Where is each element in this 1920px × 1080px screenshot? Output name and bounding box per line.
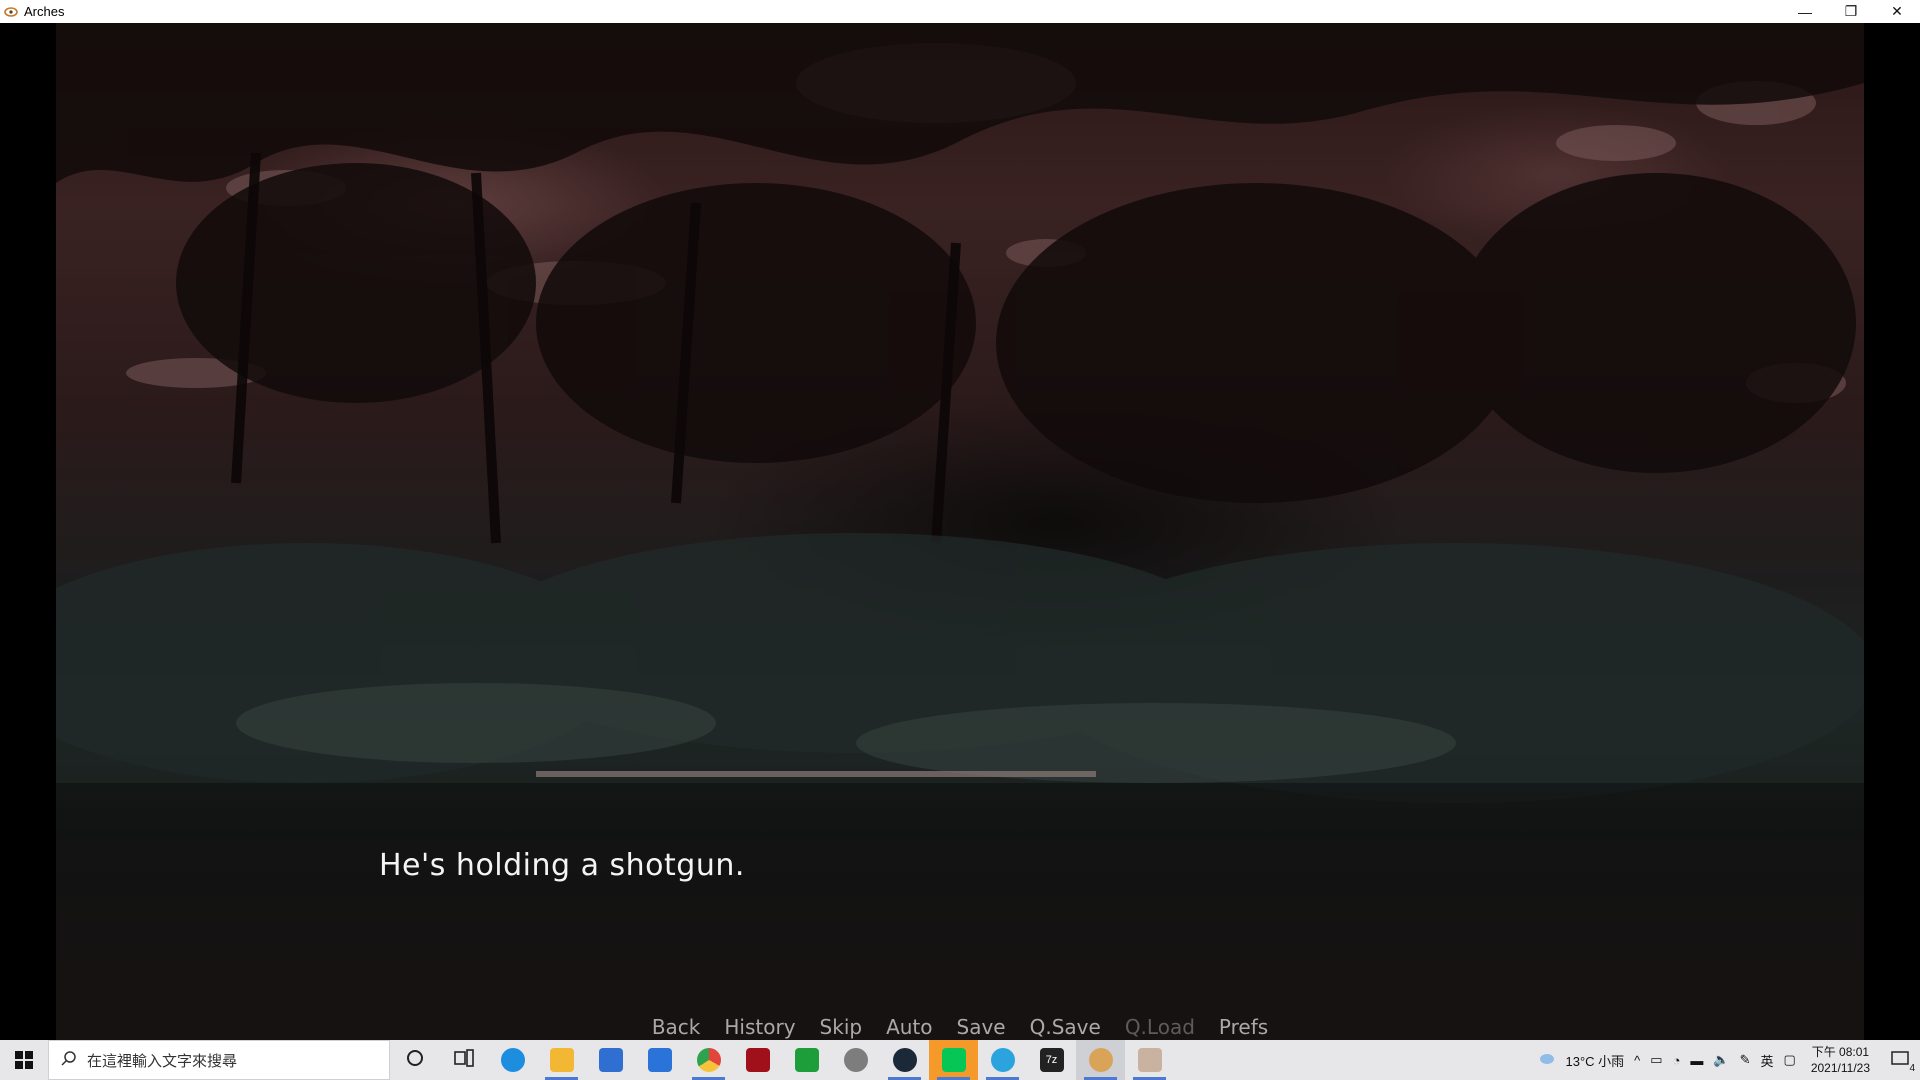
- taskbar-steam[interactable]: [880, 1040, 929, 1080]
- task-view-icon: [453, 1048, 474, 1072]
- grey-app-icon: [843, 1048, 868, 1072]
- taskbar: 在這裡輸入文字來搜尋 7z 13°C 小雨 ^ ▭ ◔ ▬ 🔈 ✎ 英 ▢ 下午…: [0, 1040, 1920, 1080]
- line-icon: [941, 1048, 966, 1072]
- quick-menu-skip[interactable]: Skip: [808, 1015, 875, 1039]
- 7zip-icon: 7z: [1039, 1048, 1064, 1072]
- taskbar-xbox[interactable]: [782, 1040, 831, 1080]
- taskbar-paint-app[interactable]: [1125, 1040, 1174, 1080]
- tray-network-icon[interactable]: ◔: [1668, 1053, 1686, 1068]
- system-tray: 13°C 小雨 ^ ▭ ◔ ▬ 🔈 ✎ 英 ▢ 下午 08:01 2021/11…: [1532, 1040, 1920, 1080]
- dialogue-window: [56, 783, 1864, 1040]
- battery-icon[interactable]: ▬: [1685, 1053, 1708, 1068]
- weather-icon: [1532, 1052, 1560, 1069]
- ime-mode-icon[interactable]: ▢: [1779, 1052, 1801, 1068]
- window-title-bar: Arches — ❐ ✕: [0, 0, 1920, 23]
- chrome-icon: [696, 1048, 721, 1072]
- game-viewport[interactable]: He's holding a shotgun. Back History Ski…: [0, 23, 1920, 1040]
- taskbar-file-explorer[interactable]: [537, 1040, 586, 1080]
- quick-menu-qload: Q.Load: [1124, 1015, 1195, 1039]
- quick-menu-auto[interactable]: Auto: [874, 1015, 944, 1039]
- ime-language-indicator[interactable]: 英: [1756, 1051, 1779, 1070]
- taskbar-chrome[interactable]: [684, 1040, 733, 1080]
- taskbar-edge[interactable]: [488, 1040, 537, 1080]
- steam-icon: [892, 1048, 917, 1072]
- taskbar-cortana[interactable]: [390, 1040, 439, 1080]
- taskbar-store[interactable]: [586, 1040, 635, 1080]
- taskbar-7zip[interactable]: 7z: [1027, 1040, 1076, 1080]
- store-icon: [598, 1048, 623, 1072]
- chevron-up-icon[interactable]: ^: [1629, 1053, 1645, 1068]
- quick-menu-prefs[interactable]: Prefs: [1207, 1015, 1280, 1039]
- mail-icon: [647, 1048, 672, 1072]
- dialogue-text: He's holding a shotgun.: [379, 848, 745, 883]
- weather-text[interactable]: 13°C 小雨: [1560, 1051, 1629, 1070]
- pen-icon[interactable]: ✎: [1735, 1052, 1756, 1068]
- taskbar-grey-app[interactable]: [831, 1040, 880, 1080]
- windows-logo-icon: [15, 1051, 33, 1069]
- quick-menu-back[interactable]: Back: [640, 1015, 713, 1039]
- volume-icon[interactable]: 🔈: [1708, 1052, 1734, 1068]
- notification-icon: 4: [1891, 1050, 1915, 1074]
- quick-menu: Back History Skip Auto Save Q.Save Q.Loa…: [56, 1015, 1864, 1039]
- minimize-button[interactable]: —: [1782, 0, 1828, 23]
- file-explorer-icon: [549, 1048, 574, 1072]
- quick-menu-history[interactable]: History: [712, 1015, 807, 1039]
- red-app-icon: [745, 1048, 770, 1072]
- taskbar-task-view[interactable]: [439, 1040, 488, 1080]
- search-placeholder: 在這裡輸入文字來搜尋: [87, 1052, 238, 1070]
- edge-icon: [500, 1048, 525, 1072]
- taskbar-search-box[interactable]: 在這裡輸入文字來搜尋: [48, 1040, 390, 1080]
- taskbar-red-app[interactable]: [733, 1040, 782, 1080]
- taskbar-line[interactable]: [929, 1040, 978, 1080]
- arches-app-icon: [4, 5, 18, 19]
- start-button[interactable]: [0, 1040, 48, 1080]
- taskbar-telegram[interactable]: [978, 1040, 1027, 1080]
- quick-menu-save[interactable]: Save: [945, 1015, 1018, 1039]
- arches-game-icon: [1088, 1048, 1113, 1072]
- notification-center-button[interactable]: 4: [1880, 1040, 1920, 1080]
- close-button[interactable]: ✕: [1874, 0, 1920, 23]
- search-icon: [61, 1050, 77, 1070]
- taskbar-clock[interactable]: 下午 08:01 2021/11/23: [1801, 1044, 1880, 1076]
- taskbar-mail[interactable]: [635, 1040, 684, 1080]
- clock-date: 2021/11/23: [1810, 1061, 1870, 1075]
- telegram-icon: [990, 1048, 1015, 1072]
- tray-device-icon[interactable]: ▭: [1645, 1052, 1667, 1068]
- taskbar-arches-game[interactable]: [1076, 1040, 1125, 1080]
- restore-button[interactable]: ❐: [1828, 0, 1874, 23]
- notification-count: 4: [1909, 1062, 1915, 1074]
- xbox-icon: [794, 1048, 819, 1072]
- clock-time: 下午 08:01: [1811, 1045, 1870, 1059]
- paint-app-icon: [1137, 1048, 1162, 1072]
- forest-background: [56, 23, 1864, 1040]
- window-title: Arches: [24, 4, 65, 19]
- quick-menu-qsave[interactable]: Q.Save: [1018, 1015, 1113, 1039]
- cortana-icon: [406, 1049, 424, 1072]
